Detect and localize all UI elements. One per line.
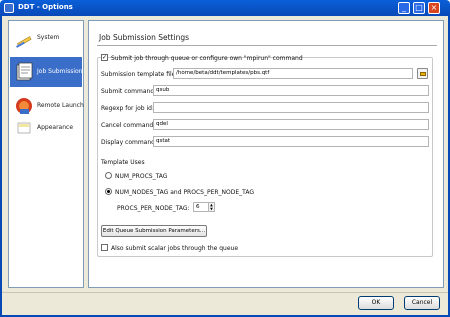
minimize-button[interactable]: _: [398, 2, 410, 14]
num-nodes-radio[interactable]: [105, 188, 112, 195]
job-card-icon: [16, 62, 33, 81]
app-icon: [4, 3, 14, 13]
procs-per-node-label: PROCS_PER_NODE_TAG:: [117, 205, 190, 212]
job-submission-panel: Job Submission Settings ✓ Submit job thr…: [88, 20, 444, 288]
regexp-label: Regexp for job id:: [101, 105, 154, 112]
cancel-button[interactable]: Cancel: [404, 296, 440, 310]
template-file-field[interactable]: /home/beta/ddt/templates/pbs.qtf: [173, 68, 413, 79]
pencil-icon: [16, 36, 32, 48]
ok-button[interactable]: OK: [358, 296, 394, 310]
procs-per-node-value: 6: [196, 204, 200, 210]
num-procs-radio[interactable]: [105, 172, 112, 179]
submit-through-queue-checkbox[interactable]: ✓: [101, 54, 108, 61]
edit-queue-params-button[interactable]: Edit Queue Submission Parameters...: [101, 225, 207, 237]
sidebar-item-label: Remote Launch: [37, 102, 84, 109]
sidebar-item-system[interactable]: System: [10, 23, 82, 53]
page-title: Job Submission Settings: [99, 33, 189, 42]
window-title: DDT - Options: [18, 3, 73, 11]
folder-icon: [420, 72, 426, 76]
procs-per-node-stepper[interactable]: 6 ▲ ▼: [193, 202, 215, 212]
template-uses-label: Template Uses: [101, 159, 145, 166]
submit-command-field[interactable]: qsub: [153, 85, 429, 96]
maximize-button[interactable]: □: [413, 2, 425, 14]
num-procs-label: NUM_PROCS_TAG: [115, 173, 168, 180]
also-submit-scalar-label: Also submit scalar jobs through the queu…: [111, 245, 239, 252]
sidebar-item-label: System: [37, 34, 60, 41]
also-submit-scalar-checkbox[interactable]: [101, 244, 108, 251]
options-window: System Job Submission Remote Launch Appe…: [0, 16, 450, 317]
cancel-command-label: Cancel command:: [101, 122, 156, 129]
template-file-label: Submission template file:: [101, 71, 178, 78]
display-command-field[interactable]: qstat: [153, 136, 429, 147]
browse-button[interactable]: [417, 68, 428, 79]
close-button[interactable]: ×: [428, 2, 440, 14]
sidebar-item-label: Appearance: [37, 124, 74, 131]
sidebar-item-appearance[interactable]: Appearance: [10, 113, 82, 143]
appearance-icon: [17, 122, 31, 134]
stepper-arrows-icon[interactable]: ▲ ▼: [208, 203, 214, 211]
sidebar-item-job-submission[interactable]: Job Submission: [10, 57, 82, 87]
title-bar: DDT - Options _ □ ×: [0, 0, 450, 16]
submit-through-queue-label: Submit job through queue or configure ow…: [111, 55, 303, 62]
submit-command-label: Submit command:: [101, 88, 157, 95]
divider: [2, 292, 448, 293]
num-nodes-label: NUM_NODES_TAG and PROCS_PER_NODE_TAG: [115, 189, 254, 196]
sidebar-item-label: Job Submission: [37, 68, 83, 75]
display-command-label: Display command:: [101, 139, 157, 146]
divider: [97, 45, 437, 46]
regexp-field[interactable]: [153, 102, 429, 113]
options-sidebar: System Job Submission Remote Launch Appe…: [8, 20, 84, 288]
cancel-command-field[interactable]: qdel: [153, 119, 429, 130]
